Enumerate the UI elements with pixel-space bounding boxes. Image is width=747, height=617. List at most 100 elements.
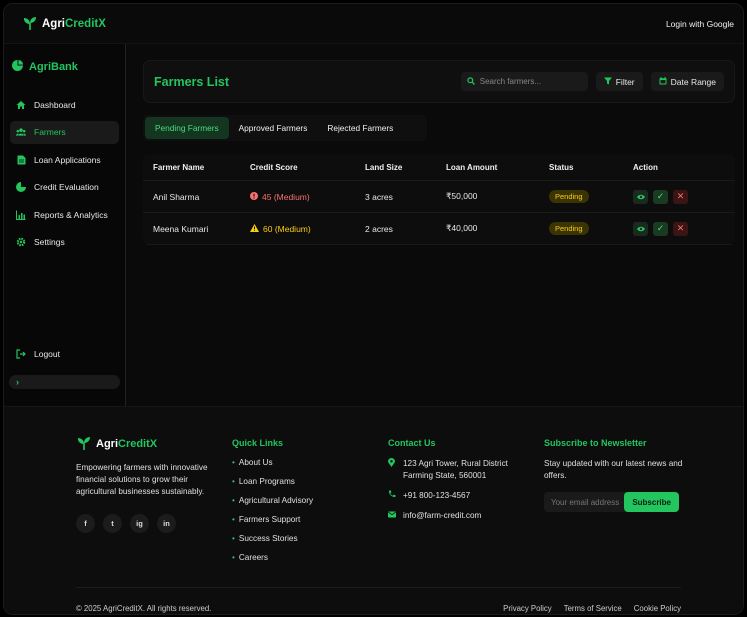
loan-amount: ₹50,000 bbox=[446, 191, 478, 201]
reject-button[interactable]: ✕ bbox=[673, 221, 688, 236]
terms-of-service-link[interactable]: Terms of Service bbox=[564, 604, 622, 613]
privacy-policy-link[interactable]: Privacy Policy bbox=[503, 604, 552, 613]
sidebar-item-label: Reports & Analytics bbox=[34, 209, 108, 220]
tab-rejected-farmers[interactable]: Rejected Farmers bbox=[317, 117, 403, 139]
subscribe-button[interactable]: Subscribe bbox=[624, 492, 679, 512]
bullet-icon: • bbox=[232, 496, 235, 505]
sidebar-item-loan-applications[interactable]: Loan Applications bbox=[10, 148, 119, 171]
page-header: Farmers List Filter Date Range bbox=[143, 60, 735, 103]
footer-logo[interactable]: AgriCreditX bbox=[76, 435, 232, 453]
approve-button[interactable]: ✓ bbox=[653, 221, 668, 236]
facebook-icon[interactable]: f bbox=[76, 514, 95, 533]
sidebar-item-label: Farmers bbox=[34, 127, 66, 138]
search-input[interactable] bbox=[479, 77, 580, 86]
sidebar-item-settings[interactable]: Settings bbox=[10, 231, 119, 254]
bullet-icon: • bbox=[232, 477, 235, 486]
home-icon bbox=[16, 100, 26, 110]
credit-score-value: 60 (Medium) bbox=[263, 223, 311, 234]
sprout-icon bbox=[22, 15, 38, 33]
footer-bottom-bar: © 2025 AgriCreditX. All rights reserved.… bbox=[76, 587, 681, 613]
row-actions: ✓ ✕ bbox=[633, 221, 735, 236]
tab-approved-farmers[interactable]: Approved Farmers bbox=[229, 117, 318, 139]
search-icon bbox=[467, 76, 475, 87]
footer-brand-name: AgriCreditX bbox=[96, 438, 157, 450]
linkedin-icon[interactable]: in bbox=[157, 514, 176, 533]
footer-link-about-us[interactable]: • About Us bbox=[232, 458, 388, 467]
footer-link-careers[interactable]: • Careers bbox=[232, 553, 388, 562]
link-label: Agricultural Advisory bbox=[238, 496, 314, 505]
check-icon: ✓ bbox=[656, 191, 665, 201]
header-tools: Filter Date Range bbox=[460, 72, 724, 91]
close-icon: ✕ bbox=[676, 191, 685, 201]
footer-quick-links: Quick Links • About Us • Loan Programs • Ag… bbox=[232, 435, 388, 572]
sidebar-item-reports-analytics[interactable]: Reports & Analytics bbox=[10, 203, 119, 226]
sidebar-item-farmers[interactable]: Farmers bbox=[10, 120, 119, 144]
sidebar: AgriBank Dashboard Farmers Loan Applicat… bbox=[4, 44, 126, 406]
footer-link-loan-programs[interactable]: • Loan Programs bbox=[232, 477, 388, 486]
copyright-text: © 2025 AgriCreditX. All rights reserved. bbox=[76, 604, 212, 613]
farmers-table: Farmer Name Credit Score Land Size Loan … bbox=[143, 154, 735, 245]
sidebar-brand: AgriBank bbox=[10, 60, 119, 73]
contact-title: Contact Us bbox=[388, 438, 436, 448]
twitter-icon[interactable]: t bbox=[103, 514, 122, 533]
search-box bbox=[460, 72, 588, 91]
column-header[interactable]: Status bbox=[549, 163, 633, 172]
warning-triangle-icon bbox=[250, 223, 259, 234]
contact-phone[interactable]: +91 800-123-4567 bbox=[388, 490, 544, 502]
date-range-label: Date Range bbox=[670, 76, 716, 87]
column-header[interactable]: Land Size bbox=[365, 163, 446, 172]
approve-button[interactable]: ✓ bbox=[653, 189, 668, 204]
pie-chart-icon bbox=[16, 182, 26, 193]
footer-contact: Contact Us 123 Agri Tower, Rural Distric… bbox=[388, 435, 544, 572]
sidebar-brand-name: AgriBank bbox=[29, 60, 78, 73]
column-header[interactable]: Loan Amount bbox=[446, 163, 549, 172]
land-size: 3 acres bbox=[365, 191, 393, 202]
view-button[interactable] bbox=[633, 189, 648, 204]
social-links: f t ig in bbox=[76, 514, 232, 533]
column-header[interactable]: Farmer Name bbox=[143, 163, 250, 172]
footer-link-farmers-support[interactable]: • Farmers Support bbox=[232, 515, 388, 524]
farmer-name: Anil Sharma bbox=[153, 191, 200, 202]
footer-link-agricultural-advisory[interactable]: • Agricultural Advisory bbox=[232, 496, 388, 505]
logout-icon bbox=[16, 348, 26, 359]
table-header-row: Farmer Name Credit Score Land Size Loan … bbox=[143, 154, 735, 181]
login-with-google-button[interactable]: Login with Google bbox=[666, 19, 734, 29]
sidebar-item-credit-evaluation[interactable]: Credit Evaluation bbox=[10, 176, 119, 199]
logout-button[interactable]: Logout bbox=[10, 342, 66, 365]
legal-links: Privacy Policy Terms of Service Cookie P… bbox=[503, 604, 681, 613]
sidebar-collapse-toggle[interactable]: › bbox=[9, 375, 120, 389]
date-range-button[interactable]: Date Range bbox=[650, 72, 724, 91]
filter-button[interactable]: Filter bbox=[595, 72, 643, 91]
logout-label: Logout bbox=[34, 348, 60, 359]
footer: AgriCreditX Empowering farmers with inno… bbox=[4, 406, 743, 614]
footer-about-text: Empowering farmers with innovative finan… bbox=[76, 463, 208, 496]
table-row[interactable]: Anil Sharma 45 (Medium) 3 acres ₹50,000 … bbox=[143, 181, 735, 213]
tab-pending-farmers[interactable]: Pending Farmers bbox=[145, 117, 229, 139]
row-actions: ✓ ✕ bbox=[633, 189, 735, 204]
sidebar-item-label: Loan Applications bbox=[34, 154, 101, 165]
contact-email[interactable]: info@farm-credit.com bbox=[388, 510, 544, 522]
newsletter-title: Subscribe to Newsletter bbox=[544, 438, 647, 448]
phone-icon bbox=[388, 490, 396, 502]
reject-button[interactable]: ✕ bbox=[673, 189, 688, 204]
footer-link-success-stories[interactable]: • Success Stories bbox=[232, 534, 388, 543]
users-icon bbox=[16, 127, 26, 137]
cookie-policy-link[interactable]: Cookie Policy bbox=[634, 604, 681, 613]
view-button[interactable] bbox=[633, 221, 648, 236]
pie-chart-icon bbox=[12, 60, 23, 73]
brand-name: AgriCreditX bbox=[42, 18, 106, 30]
app-logo[interactable]: AgriCreditX bbox=[22, 15, 106, 33]
sidebar-item-dashboard[interactable]: Dashboard bbox=[10, 93, 119, 116]
sprout-icon bbox=[76, 435, 92, 453]
location-pin-icon bbox=[388, 458, 396, 482]
newsletter-form: Subscribe bbox=[544, 492, 679, 512]
status-badge: Pending bbox=[549, 190, 589, 203]
envelope-icon bbox=[388, 510, 396, 522]
table-row[interactable]: Meena Kumari 60 (Medium) 2 acres ₹40,000… bbox=[143, 213, 735, 245]
instagram-icon[interactable]: ig bbox=[130, 514, 149, 533]
link-label: Success Stories bbox=[238, 534, 298, 543]
column-header[interactable]: Credit Score bbox=[250, 163, 365, 172]
newsletter-email-input[interactable] bbox=[544, 497, 624, 507]
eye-icon bbox=[636, 192, 645, 202]
alert-circle-icon bbox=[250, 191, 258, 202]
